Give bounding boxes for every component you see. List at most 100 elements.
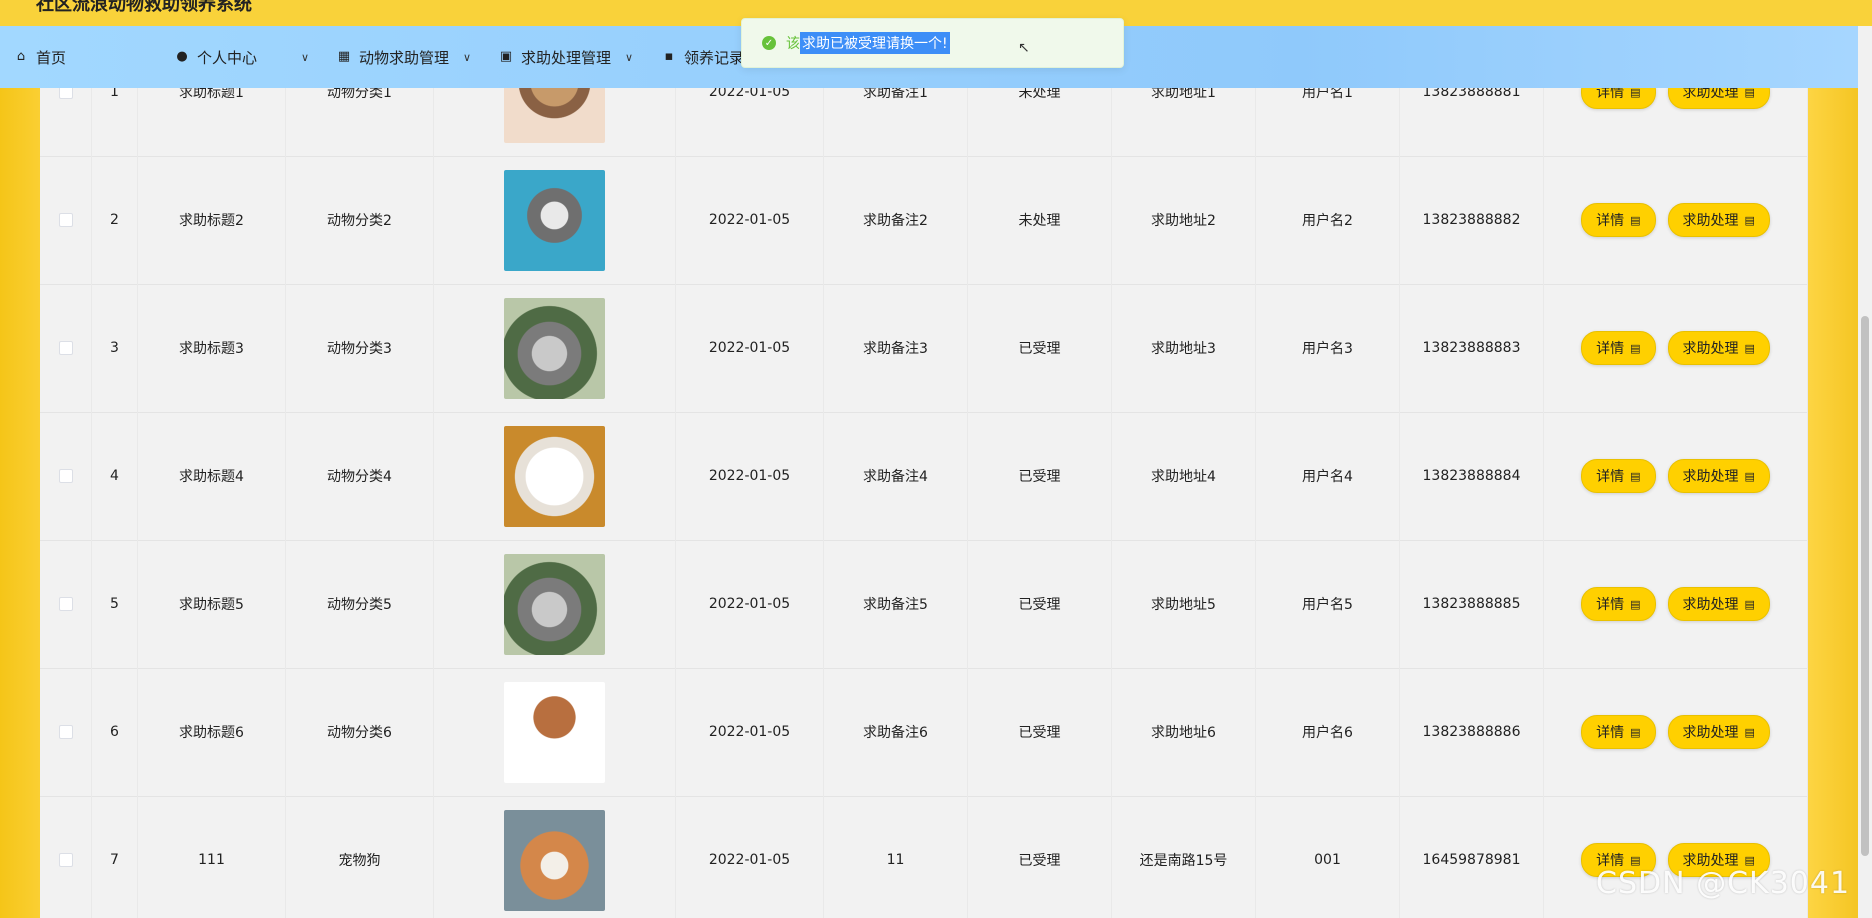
- nav-animal-help[interactable]: ▦ 动物求助管理 ∨: [337, 26, 471, 88]
- table-row: 1 求助标题1 动物分类1 2022-01-05 求助备注1 未处理 求助地址1 用户名1 13…: [40, 88, 1808, 157]
- row-checkbox[interactable]: [58, 853, 73, 867]
- detail-button-label: 详情: [1596, 341, 1625, 357]
- handle-request-button[interactable]: 求助处理 ▤: [1667, 459, 1770, 493]
- cell-username: 用户名6: [1256, 668, 1400, 796]
- detail-button[interactable]: 详情 ▤: [1581, 587, 1656, 621]
- nav-personal-center[interactable]: ● 个人中心 ∨: [175, 26, 309, 88]
- document-icon: ▤: [1744, 853, 1755, 867]
- row-checkbox[interactable]: [58, 597, 73, 611]
- nav-home[interactable]: ⌂ 首页: [14, 26, 66, 88]
- cell-phone: 13823888886: [1400, 668, 1544, 796]
- handle-request-button-label: 求助处理: [1682, 213, 1739, 229]
- cell-category: 动物分类1: [286, 88, 434, 156]
- watermark: CSDN @CK3041: [1596, 866, 1851, 901]
- cell-remark: 求助备注6: [824, 668, 968, 796]
- cell-date: 2022-01-05: [676, 88, 824, 156]
- document-icon: ▤: [1630, 597, 1641, 611]
- document-icon: ▤: [1744, 88, 1755, 99]
- row-checkbox[interactable]: [58, 213, 73, 227]
- cell-status: 已受理: [968, 284, 1112, 412]
- cell-phone: 13823888884: [1400, 412, 1544, 540]
- document-icon: ▤: [1630, 88, 1641, 99]
- nav-personal-center-label: 个人中心: [197, 48, 258, 67]
- detail-button[interactable]: 详情 ▤: [1581, 88, 1656, 109]
- row-actions: 详情 ▤ 求助处理 ▤: [1544, 540, 1808, 668]
- table-row: 5 求助标题5 动物分类5 2022-01-05 求助备注5 已受理 求助地址5 用户名5 13…: [40, 540, 1808, 669]
- cell-remark: 求助备注4: [824, 412, 968, 540]
- table-row: 4 求助标题4 动物分类4 2022-01-05 求助备注4 已受理 求助地址4 用户名4 13…: [40, 412, 1808, 541]
- cell-phone: 16459878981: [1400, 796, 1544, 918]
- cell-status: 已受理: [968, 412, 1112, 540]
- cell-username: 用户名2: [1256, 156, 1400, 284]
- chinchilla-photo[interactable]: [504, 553, 605, 655]
- pug-photo[interactable]: [504, 88, 605, 143]
- cell-status: 未处理: [968, 156, 1112, 284]
- document-icon: ▤: [1744, 341, 1755, 355]
- cell-title: 求助标题2: [138, 156, 286, 284]
- cell-remark: 求助备注3: [824, 284, 968, 412]
- row-checkbox[interactable]: [58, 469, 73, 483]
- apps-icon: ▪: [664, 49, 674, 64]
- success-toast: ✓ 该求助已被受理请换一个!: [741, 18, 1124, 68]
- poodle-photo[interactable]: [504, 681, 605, 783]
- clipboard-check-icon: ▣: [499, 49, 513, 64]
- toast-message-selected: 求助已被受理请换一个!: [800, 32, 950, 54]
- chevron-down-icon: ∨: [463, 50, 472, 64]
- cell-title: 求助标题4: [138, 412, 286, 540]
- detail-button[interactable]: 详情 ▤: [1581, 715, 1656, 749]
- row-select-cell: [40, 88, 92, 156]
- row-select-cell: [40, 412, 92, 540]
- chinchilla-photo[interactable]: [504, 297, 605, 399]
- row-actions: 详情 ▤ 求助处理 ▤: [1544, 412, 1808, 540]
- handle-request-button[interactable]: 求助处理 ▤: [1667, 587, 1770, 621]
- user-icon: ●: [176, 49, 188, 64]
- detail-button[interactable]: 详情 ▤: [1581, 459, 1656, 493]
- home-icon: ⌂: [16, 49, 26, 64]
- cell-title: 111: [138, 796, 286, 918]
- handle-request-button[interactable]: 求助处理 ▤: [1667, 203, 1770, 237]
- nav-help-handling[interactable]: ▣ 求助处理管理 ∨: [499, 26, 633, 88]
- white-puppy-photo[interactable]: [504, 425, 605, 527]
- cell-date: 2022-01-05: [676, 412, 824, 540]
- cell-remark: 求助备注1: [824, 88, 968, 156]
- animal-image-cell: [434, 668, 676, 796]
- vertical-scrollbar[interactable]: [1858, 26, 1872, 918]
- cell-address: 还是南路15号: [1112, 796, 1256, 918]
- schnauzer-photo[interactable]: [504, 169, 605, 271]
- scrollbar-thumb[interactable]: [1861, 316, 1869, 856]
- nav-help-handling-label: 求助处理管理: [521, 48, 612, 67]
- cell-phone: 13823888882: [1400, 156, 1544, 284]
- row-checkbox[interactable]: [58, 725, 73, 739]
- document-icon: ▤: [1630, 341, 1641, 355]
- detail-button-label: 详情: [1596, 88, 1625, 101]
- document-icon: ▤: [1630, 853, 1641, 867]
- cell-remark: 求助备注2: [824, 156, 968, 284]
- animal-image-cell: [434, 540, 676, 668]
- row-checkbox[interactable]: [58, 341, 73, 355]
- cell-phone: 13823888883: [1400, 284, 1544, 412]
- nav-adoption-records[interactable]: ▪ 领养记录: [662, 26, 744, 88]
- document-icon: ▤: [1630, 469, 1641, 483]
- detail-button[interactable]: 详情 ▤: [1581, 331, 1656, 365]
- toast-message-prefix: 该: [786, 36, 800, 52]
- row-actions: 详情 ▤ 求助处理 ▤: [1544, 668, 1808, 796]
- document-icon: ▤: [1744, 725, 1755, 739]
- detail-button[interactable]: 详情 ▤: [1581, 203, 1656, 237]
- handle-request-button[interactable]: 求助处理 ▤: [1667, 715, 1770, 749]
- cell-status: 已受理: [968, 796, 1112, 918]
- row-checkbox[interactable]: [58, 88, 73, 99]
- cell-category: 动物分类2: [286, 156, 434, 284]
- cell-index: 1: [92, 88, 138, 156]
- table-row: 2 求助标题2 动物分类2 2022-01-05 求助备注2 未处理 求助地址2 用户名2 13…: [40, 156, 1808, 285]
- row-select-cell: [40, 540, 92, 668]
- cell-address: 求助地址1: [1112, 88, 1256, 156]
- document-icon: ▤: [1744, 469, 1755, 483]
- grid-icon: ▦: [337, 49, 351, 64]
- shiba-photo[interactable]: [504, 809, 605, 911]
- detail-button-label: 详情: [1596, 597, 1625, 613]
- table-row: 3 求助标题3 动物分类3 2022-01-05 求助备注3 已受理 求助地址3 用户名3 13…: [40, 284, 1808, 413]
- cell-status: 未处理: [968, 88, 1112, 156]
- handle-request-button[interactable]: 求助处理 ▤: [1667, 331, 1770, 365]
- cell-title: 求助标题5: [138, 540, 286, 668]
- handle-request-button[interactable]: 求助处理 ▤: [1667, 88, 1770, 109]
